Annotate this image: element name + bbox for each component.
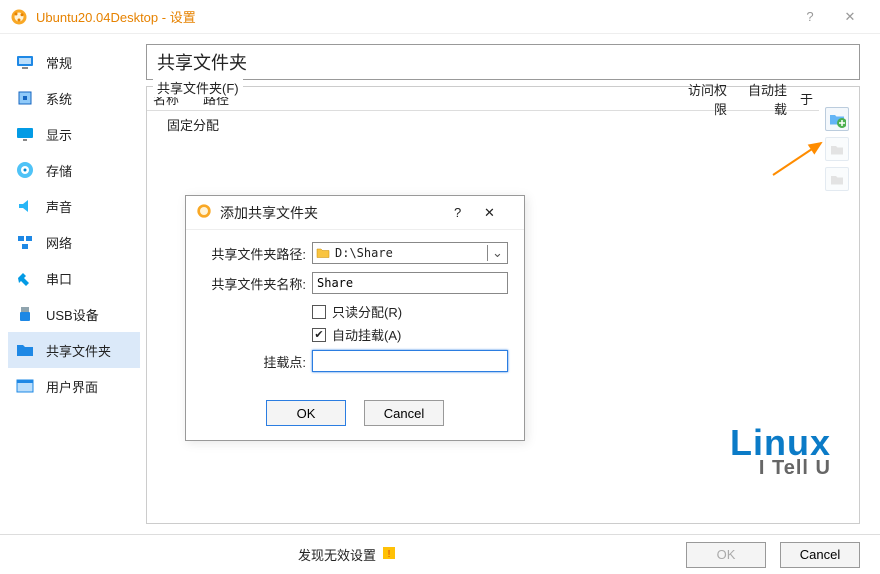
footer: 发现无效设置 ! OK Cancel — [0, 534, 880, 574]
sidebar-item-label: 声音 — [46, 197, 72, 216]
add-folder-button[interactable] — [825, 107, 849, 131]
dialog-title: 添加共享文件夹 — [220, 203, 454, 223]
mountpoint-label: 挂载点: — [202, 352, 306, 371]
sidebar-item-audio[interactable]: 声音 — [8, 188, 140, 224]
sidebar-item-system[interactable]: 系统 — [8, 80, 140, 116]
window-title: Ubuntu20.04Desktop - 设置 — [36, 7, 790, 26]
group-legend: 共享文件夹(F) — [153, 78, 243, 97]
edit-folder-button — [825, 137, 849, 161]
main-ok-button[interactable]: OK — [686, 542, 766, 568]
sidebar-item-label: 系统 — [46, 89, 72, 108]
th-at[interactable]: 于 — [793, 89, 819, 108]
sidebar-item-shared-folders[interactable]: 共享文件夹 — [8, 332, 140, 368]
sidebar-item-display[interactable]: 显示 — [8, 116, 140, 152]
svg-text:!: ! — [388, 549, 391, 560]
display-icon — [14, 123, 36, 145]
watermark-small: I Tell U — [730, 459, 831, 477]
window-icon — [14, 375, 36, 397]
dialog-close-button[interactable]: ✕ — [484, 205, 514, 221]
chip-icon — [14, 87, 36, 109]
watermark: Linux I Tell U — [730, 427, 831, 477]
usb-icon — [14, 303, 36, 325]
sidebar-item-storage[interactable]: 存储 — [8, 152, 140, 188]
sidebar-item-label: 串口 — [46, 269, 72, 288]
path-label: 共享文件夹路径: — [202, 244, 306, 263]
automount-label: 自动挂载(A) — [332, 325, 401, 344]
speaker-icon — [14, 195, 36, 217]
chevron-down-icon: ⌄ — [487, 245, 507, 261]
network-icon — [14, 231, 36, 253]
share-path-dropdown[interactable]: D:\Share ⌄ — [312, 242, 508, 264]
sidebar-item-label: 共享文件夹 — [46, 341, 111, 360]
automount-checkbox-row[interactable]: ✔ 自动挂载(A) — [312, 325, 508, 344]
mountpoint-input[interactable] — [312, 350, 508, 372]
name-label: 共享文件夹名称: — [202, 274, 306, 293]
sidebar-item-network[interactable]: 网络 — [8, 224, 140, 260]
folder-icon — [313, 246, 333, 260]
sidebar-item-label: 常规 — [46, 53, 72, 72]
th-path[interactable]: 路径 — [197, 89, 673, 108]
dialog-ok-button[interactable]: OK — [266, 400, 346, 426]
remove-folder-button — [825, 167, 849, 191]
sidebar-item-usb[interactable]: USB设备 — [8, 296, 140, 332]
automount-checkbox[interactable]: ✔ — [312, 328, 326, 342]
help-button[interactable]: ? — [790, 0, 830, 34]
readonly-checkbox[interactable] — [312, 305, 326, 319]
sidebar-item-label: 网络 — [46, 233, 72, 252]
folder-icon — [14, 339, 36, 361]
share-path-value: D:\Share — [333, 246, 487, 260]
add-share-dialog: 添加共享文件夹 ? ✕ 共享文件夹路径: D:\Share ⌄ 共享文件夹名称:… — [185, 195, 525, 441]
sidebar-item-label: 存储 — [46, 161, 72, 180]
status-text: 发现无效设置 ! — [20, 545, 674, 564]
sidebar-item-ui[interactable]: 用户界面 — [8, 368, 140, 404]
table-header: 名称 路径 访问权限 自动挂载 于 — [147, 87, 819, 111]
shared-folders-table: 名称 路径 访问权限 自动挂载 于 固定分配 — [147, 87, 819, 138]
readonly-label: 只读分配(R) — [332, 302, 402, 321]
serial-icon — [14, 267, 36, 289]
sidebar-item-general[interactable]: 常规 — [8, 44, 140, 80]
close-button[interactable]: ✕ — [830, 0, 870, 34]
sidebar-item-label: USB设备 — [46, 305, 99, 324]
sidebar-item-label: 用户界面 — [46, 377, 98, 396]
disk-icon — [14, 159, 36, 181]
warning-icon: ! — [382, 546, 396, 563]
readonly-checkbox-row[interactable]: 只读分配(R) — [312, 302, 508, 321]
pointer-arrow — [771, 139, 831, 179]
main-cancel-button[interactable]: Cancel — [780, 542, 860, 568]
monitor-icon — [14, 51, 36, 73]
share-name-input[interactable] — [312, 272, 508, 294]
category-sidebar: 常规 系统 显示 存储 声音 网络 串口 USB设备 — [0, 34, 140, 534]
sidebar-item-label: 显示 — [46, 125, 72, 144]
section-header: 共享文件夹 — [146, 44, 860, 80]
sidebar-item-serial[interactable]: 串口 — [8, 260, 140, 296]
dialog-cancel-button[interactable]: Cancel — [364, 400, 444, 426]
app-icon — [10, 8, 28, 26]
table-row[interactable]: 固定分配 — [147, 111, 819, 138]
app-icon — [196, 203, 212, 222]
watermark-big: Linux — [730, 427, 831, 459]
dialog-help-button[interactable]: ? — [454, 205, 484, 220]
window-titlebar: Ubuntu20.04Desktop - 设置 ? ✕ — [0, 0, 880, 34]
